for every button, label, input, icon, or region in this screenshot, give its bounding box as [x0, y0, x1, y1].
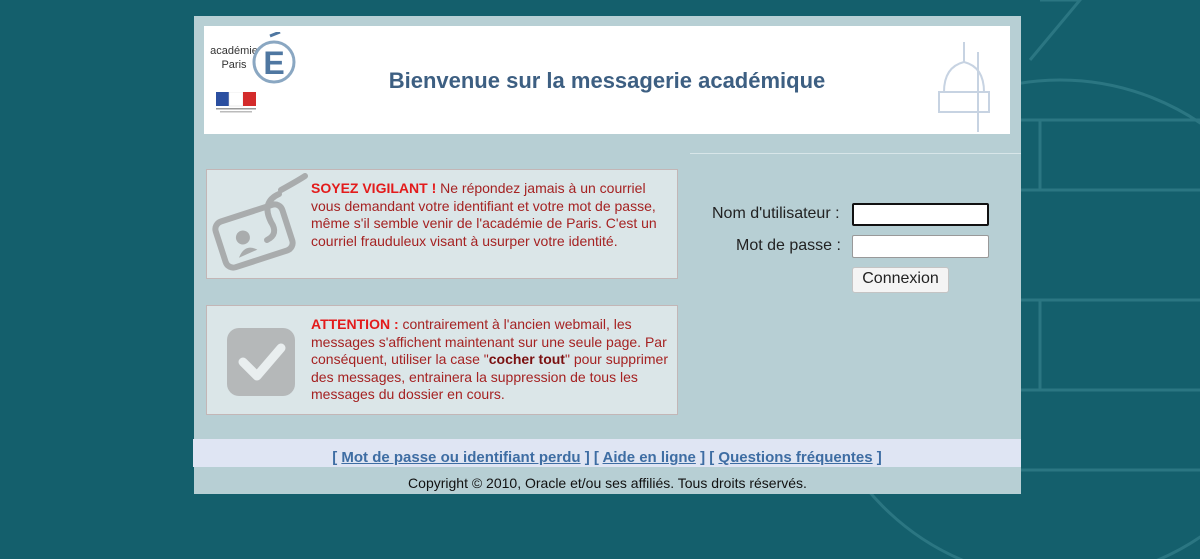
id-card-hook-icon — [212, 173, 308, 271]
divider-line — [690, 153, 1021, 154]
password-input[interactable] — [852, 235, 989, 258]
notice-attention: ATTENTION : contrairement à l'ancien web… — [206, 305, 678, 415]
online-help-link[interactable]: Aide en ligne — [603, 449, 696, 466]
bracket-separator: ] [ — [584, 449, 599, 466]
password-label: Mot de passe : — [736, 237, 841, 254]
login-button[interactable]: Connexion — [852, 267, 949, 293]
lost-password-link[interactable]: Mot de passe ou identifiant perdu — [341, 449, 580, 466]
notice-attention-cocher-tout: cocher tout — [488, 351, 565, 367]
page-title: Bienvenue sur la messagerie académique — [388, 68, 826, 93]
copyright-text: Copyright © 2010, Oracle et/ou ses affil… — [408, 475, 807, 491]
notice-attention-text: ATTENTION : contrairement à l'ancien web… — [311, 316, 671, 404]
bracket-open: [ — [332, 449, 338, 466]
notice-attention-heading: ATTENTION : — [311, 316, 399, 332]
bracket-separator: ] [ — [700, 449, 715, 466]
notice-vigilance-text: SOYEZ VIGILANT ! Ne répondez jamais à un… — [311, 180, 671, 250]
notice-vigilance-heading: SOYEZ VIGILANT ! — [311, 180, 437, 196]
login-panel: académie Paris E Bienvenue sur la messag… — [193, 16, 1021, 494]
notice-vigilance: SOYEZ VIGILANT ! Ne répondez jamais à un… — [206, 169, 678, 279]
username-input[interactable] — [852, 203, 989, 226]
faq-link[interactable]: Questions fréquentes — [718, 449, 872, 466]
french-flag-icon — [216, 92, 256, 113]
bracket-close: ] — [876, 449, 882, 466]
checkbox-checked-icon — [227, 328, 295, 396]
building-watermark-icon — [938, 42, 990, 132]
username-label: Nom d'utilisateur : — [712, 205, 840, 222]
footer-links: [ Mot de passe ou identifiant perdu ] [ … — [193, 439, 1021, 467]
header-banner: académie Paris E Bienvenue sur la messag… — [204, 26, 1010, 134]
